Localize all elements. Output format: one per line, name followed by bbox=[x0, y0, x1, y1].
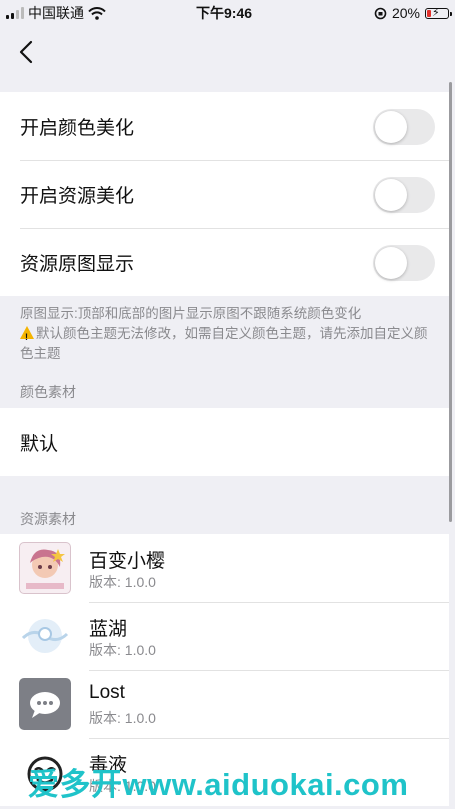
wifi-icon bbox=[88, 6, 106, 20]
note-line-default-theme: 默认颜色主题无法修改，如需自定义颜色主题，请先添加自定义颜色主题 bbox=[20, 324, 440, 364]
status-left: 中国联通 bbox=[6, 3, 106, 23]
resource-section-header: 资源素材 bbox=[20, 511, 76, 527]
resource-name: Lost bbox=[89, 682, 125, 703]
resource-version: 版本: 1.0.0 bbox=[89, 574, 156, 590]
nav-bar bbox=[0, 26, 455, 78]
note-warning-text: 默认颜色主题无法修改，如需自定义颜色主题，请先添加自定义颜色主题 bbox=[20, 326, 428, 361]
signal-icon bbox=[6, 7, 24, 19]
resource-name: 百变小樱 bbox=[89, 551, 166, 572]
carrier-label: 中国联通 bbox=[28, 5, 84, 21]
resource-version: 版本: 1.0.0 bbox=[89, 642, 156, 658]
resource-item[interactable]: 蓝湖 版本: 1.0.0 bbox=[0, 602, 449, 670]
battery-percent: 20% bbox=[391, 5, 420, 21]
settings-row-resource-beautify: 开启资源美化 bbox=[0, 160, 449, 228]
settings-group: 开启颜色美化 开启资源美化 资源原图显示 bbox=[0, 92, 449, 296]
settings-row-original-image: 资源原图显示 bbox=[0, 228, 449, 296]
back-chevron-icon[interactable] bbox=[16, 38, 38, 66]
resource-name: 蓝湖 bbox=[89, 619, 128, 640]
color-beautify-toggle[interactable] bbox=[373, 109, 435, 145]
status-right: 20% ⚡ bbox=[374, 5, 452, 21]
resource-item[interactable]: Lost 版本: 1.0.0 bbox=[0, 670, 449, 738]
battery-fill bbox=[427, 9, 431, 17]
color-section-header: 颜色素材 bbox=[20, 384, 76, 400]
settings-row-label: 资源原图显示 bbox=[20, 253, 135, 275]
toggle-knob bbox=[375, 179, 407, 211]
color-item-default[interactable]: 默认 bbox=[0, 408, 449, 476]
status-bar: 中国联通 下午9:46 20% ⚡ bbox=[0, 0, 455, 26]
warning-icon bbox=[20, 326, 34, 347]
charging-bolt-icon: ⚡ bbox=[432, 6, 440, 19]
color-item-label: 默认 bbox=[20, 433, 59, 455]
chat-bubble-icon bbox=[30, 692, 60, 718]
status-time: 下午9:46 bbox=[196, 5, 253, 21]
settings-note: 原图显示:顶部和底部的图片显示原图不跟随系统颜色变化 默认颜色主题无法修改，如需… bbox=[20, 304, 440, 364]
orientation-lock-icon bbox=[374, 7, 387, 19]
sakura-avatar-icon bbox=[26, 549, 65, 589]
resource-beautify-toggle[interactable] bbox=[373, 177, 435, 213]
color-group: 默认 bbox=[0, 408, 449, 476]
watermark: 爱多开www.aiduokai.com bbox=[28, 767, 409, 802]
original-image-toggle[interactable] bbox=[373, 245, 435, 281]
settings-row-label: 开启资源美化 bbox=[20, 185, 135, 207]
note-line-original-image: 原图显示:顶部和底部的图片显示原图不跟随系统颜色变化 bbox=[20, 306, 362, 321]
lanhu-thumbnail bbox=[19, 610, 71, 662]
scroll-indicator[interactable] bbox=[449, 82, 452, 522]
lanhu-logo-icon bbox=[21, 619, 69, 653]
lost-thumbnail bbox=[19, 678, 71, 730]
settings-row-color-beautify: 开启颜色美化 bbox=[0, 92, 449, 160]
settings-row-label: 开启颜色美化 bbox=[20, 117, 135, 139]
battery-icon: ⚡ bbox=[425, 6, 452, 19]
toggle-knob bbox=[375, 111, 407, 143]
sakura-thumbnail bbox=[19, 542, 71, 594]
toggle-knob bbox=[375, 247, 407, 279]
resource-version: 版本: 1.0.0 bbox=[89, 710, 156, 726]
resource-item[interactable]: 百变小樱 版本: 1.0.0 bbox=[0, 534, 449, 602]
